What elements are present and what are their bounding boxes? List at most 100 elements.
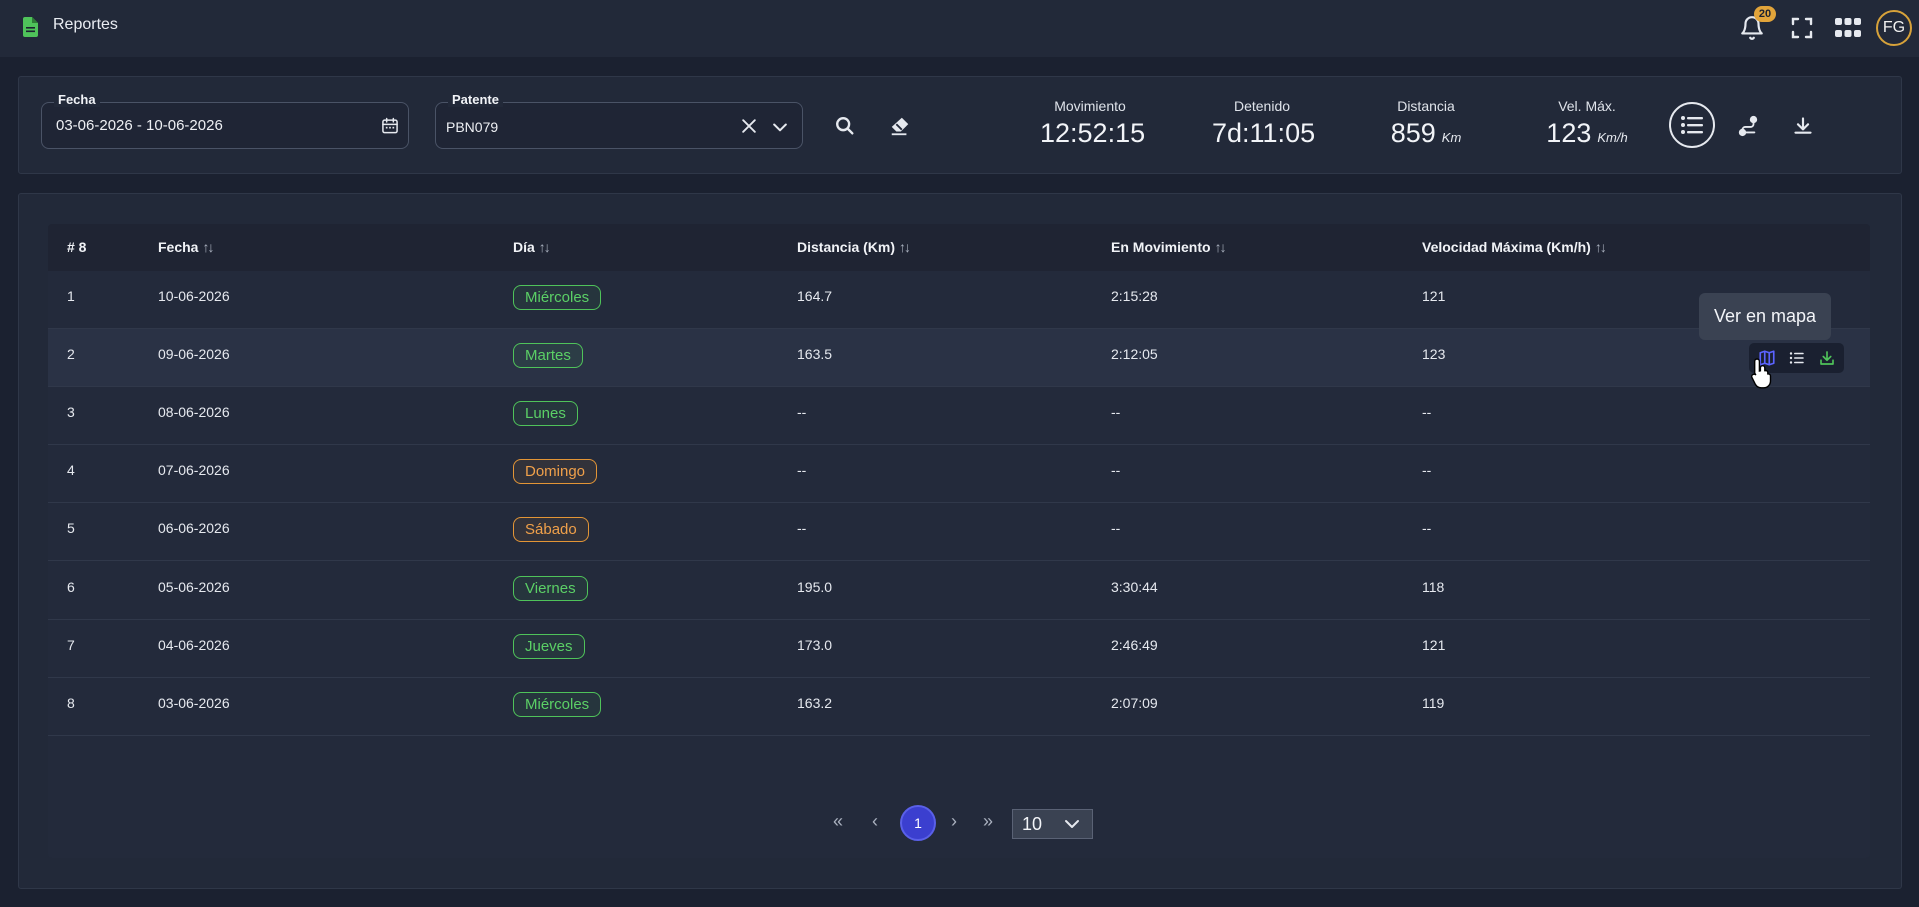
header-max-speed[interactable]: Velocidad Máxima (Km/h) ↑↓ xyxy=(1422,239,1607,255)
table-row[interactable]: 7 04-06-2026 Jueves 173.0 2:46:49 121 xyxy=(48,620,1870,678)
hand-cursor-icon xyxy=(1751,358,1772,389)
page-size-select[interactable]: 10 xyxy=(1012,809,1093,839)
cell-distance: -- xyxy=(797,404,807,420)
stat-max-speed-unit: Km/h xyxy=(1597,130,1628,145)
cell-distance: 163.2 xyxy=(797,695,833,711)
table-row[interactable]: 3 08-06-2026 Lunes -- -- -- xyxy=(48,387,1870,445)
cell-moving: 2:07:09 xyxy=(1111,695,1158,711)
next-page-button[interactable]: › xyxy=(951,811,957,832)
download-icon xyxy=(1794,117,1812,134)
date-range-field[interactable]: Fecha xyxy=(41,92,409,149)
stat-distance-value-wrap: 859 Km xyxy=(1376,118,1476,149)
cell-date: 09-06-2026 xyxy=(158,346,230,362)
header-day[interactable]: Día ↑↓ xyxy=(513,239,551,255)
day-badge: Viernes xyxy=(513,576,588,601)
cell-max-speed: 119 xyxy=(1422,695,1445,711)
header-max-speed-label: Velocidad Máxima (Km/h) xyxy=(1422,239,1591,255)
cell-date: 07-06-2026 xyxy=(158,462,230,478)
last-page-button[interactable]: » xyxy=(983,811,993,832)
stat-max-speed-value: 123 xyxy=(1546,118,1592,148)
stat-distance: Distancia 859 Km xyxy=(1376,98,1476,149)
cell-index: 8 xyxy=(67,695,75,711)
details-list-icon[interactable] xyxy=(1788,349,1806,367)
chevron-down-icon[interactable] xyxy=(770,117,790,137)
page-title: Reportes xyxy=(53,16,118,33)
day-badge: Jueves xyxy=(513,634,585,659)
header-index: # 8 xyxy=(67,239,87,255)
cell-distance: -- xyxy=(797,462,807,478)
user-avatar[interactable]: FG xyxy=(1876,10,1912,46)
table-row[interactable]: 8 03-06-2026 Miércoles 163.2 2:07:09 119 xyxy=(48,678,1870,736)
plate-select[interactable]: Patente xyxy=(435,92,803,149)
search-icon xyxy=(836,117,854,135)
cell-distance: 195.0 xyxy=(797,579,833,595)
date-range-input[interactable] xyxy=(56,117,356,134)
header-distance[interactable]: Distancia (Km) ↑↓ xyxy=(797,239,911,255)
stat-max-speed-label: Vel. Máx. xyxy=(1558,98,1616,114)
header-distance-label: Distancia (Km) xyxy=(797,239,896,255)
eraser-icon xyxy=(891,117,909,136)
clear-icon[interactable] xyxy=(739,116,759,136)
cell-max-speed: 123 xyxy=(1422,346,1446,362)
stat-moving-label: Movimiento xyxy=(1054,98,1126,114)
date-range-label: Fecha xyxy=(54,92,100,107)
page-button-current[interactable]: 1 xyxy=(900,805,936,841)
cell-index: 6 xyxy=(67,579,75,595)
cell-max-speed: -- xyxy=(1422,404,1432,420)
header-date-label: Fecha xyxy=(158,239,199,255)
table-row[interactable]: 2 09-06-2026 Martes 163.5 2:12:05 123 xyxy=(48,329,1870,387)
sort-icon[interactable]: ↑↓ xyxy=(899,239,911,255)
cell-moving: -- xyxy=(1111,404,1121,420)
search-button[interactable] xyxy=(829,110,861,142)
header-moving[interactable]: En Movimiento ↑↓ xyxy=(1111,239,1227,255)
page-size-value: 10 xyxy=(1022,814,1043,834)
clear-filters-button[interactable] xyxy=(884,110,916,142)
stat-moving-value: 12:52:15 xyxy=(1040,118,1146,148)
cell-max-speed: 121 xyxy=(1422,288,1446,304)
table-row[interactable]: 1 10-06-2026 Miércoles 164.7 2:15:28 121 xyxy=(48,271,1870,329)
header-moving-label: En Movimiento xyxy=(1111,239,1211,255)
sort-icon[interactable]: ↑↓ xyxy=(202,239,214,255)
cell-max-speed: -- xyxy=(1422,520,1432,536)
table-row[interactable]: 4 07-06-2026 Domingo -- -- -- xyxy=(48,445,1870,503)
cell-index: 2 xyxy=(67,346,75,362)
cell-max-speed: -- xyxy=(1422,462,1432,478)
stat-distance-value: 859 xyxy=(1390,118,1436,148)
plate-input[interactable] xyxy=(446,119,746,135)
document-icon xyxy=(23,17,38,37)
route-button[interactable] xyxy=(1732,110,1764,142)
cell-moving: 2:12:05 xyxy=(1111,346,1158,362)
table-row[interactable]: 5 06-06-2026 Sábado -- -- -- xyxy=(48,503,1870,561)
plate-label: Patente xyxy=(448,92,503,107)
first-page-button[interactable]: « xyxy=(833,811,843,832)
list-view-button[interactable] xyxy=(1669,102,1715,148)
cell-distance: 173.0 xyxy=(797,637,833,653)
sort-icon[interactable]: ↑↓ xyxy=(1215,239,1227,255)
stat-distance-label: Distancia xyxy=(1397,98,1455,114)
header-day-label: Día xyxy=(513,239,535,255)
list-icon xyxy=(1681,116,1703,134)
apps-button[interactable] xyxy=(1832,12,1864,44)
download-button[interactable] xyxy=(1787,110,1819,142)
cell-moving: 2:46:49 xyxy=(1111,637,1158,653)
fullscreen-icon xyxy=(1791,17,1813,39)
calendar-icon[interactable] xyxy=(380,116,400,136)
cell-date: 04-06-2026 xyxy=(158,637,230,653)
day-badge: Martes xyxy=(513,343,583,368)
fullscreen-button[interactable] xyxy=(1786,12,1818,44)
stat-moving: Movimiento 12:52:15 xyxy=(1040,98,1146,149)
cell-moving: -- xyxy=(1111,520,1121,536)
row-download-icon[interactable] xyxy=(1818,349,1836,367)
sort-icon[interactable]: ↑↓ xyxy=(1595,239,1607,255)
day-badge: Lunes xyxy=(513,401,578,426)
prev-page-button[interactable]: ‹ xyxy=(872,811,878,832)
day-badge: Miércoles xyxy=(513,692,602,717)
cell-distance: 163.5 xyxy=(797,346,833,362)
route-icon xyxy=(1738,115,1758,137)
day-badge: Miércoles xyxy=(513,285,602,310)
table-row[interactable]: 6 05-06-2026 Viernes 195.0 3:30:44 118 xyxy=(48,562,1870,620)
header-date[interactable]: Fecha ↑↓ xyxy=(158,239,214,255)
cell-index: 1 xyxy=(67,288,75,304)
sort-icon[interactable]: ↑↓ xyxy=(539,239,551,255)
stat-max-speed: Vel. Máx. 123 Km/h xyxy=(1537,98,1637,149)
